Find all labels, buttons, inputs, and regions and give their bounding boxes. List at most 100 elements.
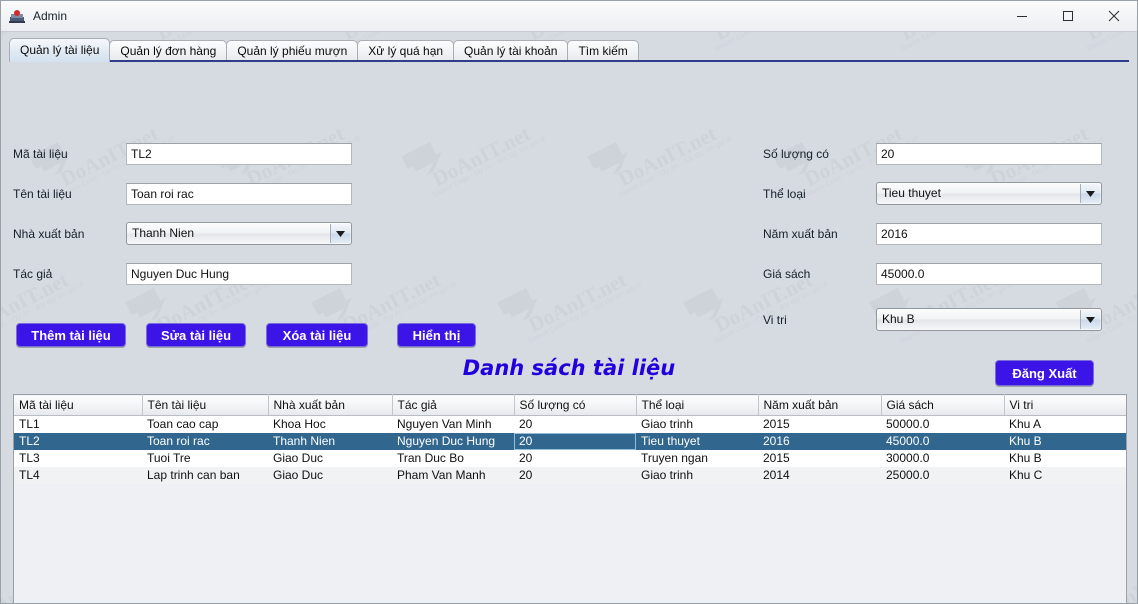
- cell-vi-tri: Khu B: [1004, 432, 1126, 450]
- label-the-loai: Thể loại: [763, 186, 806, 201]
- column-header-nha-xuat-ban[interactable]: Nhà xuất bản: [268, 394, 393, 416]
- combobox-value: Khu B: [882, 312, 915, 326]
- column-header-ma-tai-lieu[interactable]: Mã tài liệu: [14, 394, 143, 416]
- cell-so-luong-co: 20: [514, 432, 636, 450]
- cell-nha-xuat-ban: Giao Duc: [268, 466, 392, 484]
- cell-gia-sach: 45000.0: [881, 432, 1004, 450]
- column-header-ten-tai-lieu[interactable]: Tên tài liệu: [142, 394, 269, 416]
- watermark-text: DoAnIT.net: [524, 267, 631, 338]
- combobox-the-loai[interactable]: Tieu thuyet: [876, 182, 1102, 205]
- delete-document-button[interactable]: Xóa tài liệu: [266, 323, 368, 347]
- watermark-subtext: Source Code - Dự Án - Bài tập lớn giá rẻ: [527, 281, 644, 346]
- field-tac-gia: Tác giả Nguyen Duc Hung: [13, 263, 352, 285]
- table-row[interactable]: TL3 Tuoi Tre Giao Duc Tran Duc Bo 20 Tru…: [14, 449, 1126, 467]
- cell-the-loai: Truyen ngan: [636, 449, 758, 467]
- input-so-luong-co[interactable]: 20: [876, 143, 1102, 165]
- tab-label: Quản lý đơn hàng: [120, 44, 217, 58]
- cell-tac-gia: Nguyen Duc Hung: [392, 432, 514, 450]
- cell-so-luong-co: 20: [514, 466, 636, 484]
- watermark-text: DoAnIT.net: [428, 121, 535, 192]
- tab-label: Quản lý phiếu mượn: [237, 44, 348, 58]
- app-icon: [9, 8, 25, 24]
- table-row[interactable]: TL4 Lap trinh can ban Giao Duc Pham Van …: [14, 466, 1126, 484]
- cell-ma-tai-lieu: TL4: [14, 466, 142, 484]
- cell-nam-xuat-ban: 2014: [758, 466, 881, 484]
- tab-quan-ly-tai-khoan[interactable]: Quản lý tài khoản: [453, 40, 569, 62]
- cell-the-loai: Tieu thuyet: [636, 432, 758, 450]
- combobox-nha-xuat-ban[interactable]: Thanh Nien: [126, 222, 352, 245]
- watermark-logo-icon: [1, 568, 4, 603]
- combobox-value: Tieu thuyet: [882, 186, 941, 200]
- watermark-mark: DoAnIT.netSource Code - Dự Án - Bài tập …: [1133, 360, 1137, 549]
- input-gia-sach[interactable]: 45000.0: [876, 263, 1102, 285]
- cell-the-loai: Giao trinh: [636, 466, 758, 484]
- table-row[interactable]: TL1 Toan cao cap Khoa Hoc Nguyen Van Min…: [14, 415, 1126, 433]
- watermark-subtext: Source Code - Dự Án - Bài tập lớn giá rẻ: [617, 135, 734, 200]
- tab-label: Quản lý tài khoản: [464, 44, 558, 58]
- column-header-so-luong-co[interactable]: Số lượng có: [514, 394, 637, 416]
- watermark-mark: DoAnIT.netSource Code - Dự Án - Bài tập …: [389, 68, 617, 257]
- label-ten-tai-lieu: Tên tài liệu: [13, 187, 72, 201]
- chevron-down-icon[interactable]: [330, 224, 350, 243]
- cell-nam-xuat-ban: 2015: [758, 449, 881, 467]
- cell-ten-tai-lieu: Toan roi rac: [142, 432, 268, 450]
- minimize-button[interactable]: [999, 1, 1045, 31]
- label-nha-xuat-ban: Nhà xuất bản: [13, 226, 85, 241]
- field-ma-tai-lieu: Mã tài liệu TL2: [13, 143, 352, 165]
- window-controls: [999, 1, 1137, 31]
- table-row[interactable]: TL2 Toan roi rac Thanh Nien Nguyen Duc H…: [14, 432, 1126, 450]
- watermark-logo-icon: [681, 276, 748, 335]
- chevron-down-icon[interactable]: [1080, 184, 1100, 203]
- tab-quan-ly-phieu-muon[interactable]: Quản lý phiếu mượn: [226, 40, 359, 62]
- input-nam-xuat-ban[interactable]: 2016: [876, 223, 1102, 245]
- cell-so-luong-co: 20: [514, 415, 636, 433]
- cell-tac-gia: Pham Van Manh: [392, 466, 514, 484]
- column-header-vi-tri[interactable]: Vi tri: [1004, 394, 1126, 416]
- tab-xu-ly-qua-han[interactable]: Xử lý quá hạn: [357, 40, 455, 62]
- input-ten-tai-lieu[interactable]: Toan roi rac: [126, 183, 352, 205]
- cell-nha-xuat-ban: Khoa Hoc: [268, 415, 392, 433]
- tab-quan-ly-tai-lieu[interactable]: Quản lý tài liệu: [9, 38, 111, 62]
- watermark-text: DoAnIT.net: [614, 121, 721, 192]
- documents-table[interactable]: Mã tài liệu Tên tài liệu Nhà xuất bản Tá…: [13, 394, 1127, 603]
- cell-nha-xuat-ban: Giao Duc: [268, 449, 392, 467]
- tab-label: Tìm kiếm: [578, 44, 628, 58]
- cell-gia-sach: 50000.0: [881, 415, 1004, 433]
- field-ten-tai-lieu: Tên tài liệu Toan roi rac: [13, 183, 352, 205]
- label-tac-gia: Tác giả: [13, 267, 53, 281]
- cell-gia-sach: 25000.0: [881, 466, 1004, 484]
- cell-nam-xuat-ban: 2016: [758, 432, 881, 450]
- chevron-down-icon[interactable]: [1080, 310, 1100, 329]
- column-header-tac-gia[interactable]: Tác giả: [392, 394, 515, 416]
- field-vi-tri: Vi tri Khu B: [763, 308, 1102, 331]
- show-documents-button[interactable]: Hiển thị: [397, 323, 476, 347]
- tab-underline: [9, 60, 1129, 62]
- column-header-the-loai[interactable]: Thể loại: [636, 394, 759, 416]
- field-nha-xuat-ban: Nhà xuất bản Thanh Nien: [13, 222, 352, 245]
- watermark-logo-icon: [585, 130, 652, 189]
- label-ma-tai-lieu: Mã tài liệu: [13, 147, 68, 161]
- label-so-luong-co: Số lượng có: [763, 147, 829, 161]
- label-nam-xuat-ban: Năm xuất bản: [763, 227, 838, 241]
- maximize-button[interactable]: [1045, 1, 1091, 31]
- add-document-button[interactable]: Thêm tài liệu: [16, 323, 126, 347]
- tab-tim-kiem[interactable]: Tìm kiếm: [567, 40, 639, 62]
- column-header-nam-xuat-ban[interactable]: Năm xuất bản: [758, 394, 882, 416]
- field-so-luong-co: Số lượng có 20: [763, 143, 1102, 165]
- label-vi-tri: Vi tri: [763, 312, 787, 327]
- combobox-vi-tri[interactable]: Khu B: [876, 308, 1102, 331]
- tab-quan-ly-don-hang[interactable]: Quản lý đơn hàng: [109, 40, 228, 62]
- tab-label: Quản lý tài liệu: [20, 43, 100, 57]
- table-empty-area: [14, 483, 1126, 603]
- cell-tac-gia: Tran Duc Bo: [392, 449, 514, 467]
- watermark-subtext: Source Code - Dự Án - Bài tập lớn giá rẻ: [431, 135, 548, 200]
- documents-grid: Mã tài liệu Tên tài liệu Nhà xuất bản Tá…: [14, 394, 1126, 484]
- watermark-logo-icon: [399, 130, 466, 189]
- cell-ten-tai-lieu: Lap trinh can ban: [142, 466, 268, 484]
- column-header-gia-sach[interactable]: Giá sách: [881, 394, 1005, 416]
- edit-document-button[interactable]: Sửa tài liệu: [146, 323, 246, 347]
- input-ma-tai-lieu[interactable]: TL2: [126, 143, 352, 165]
- input-tac-gia[interactable]: Nguyen Duc Hung: [126, 263, 352, 285]
- window-title: Admin: [33, 9, 68, 23]
- close-button[interactable]: [1091, 1, 1137, 31]
